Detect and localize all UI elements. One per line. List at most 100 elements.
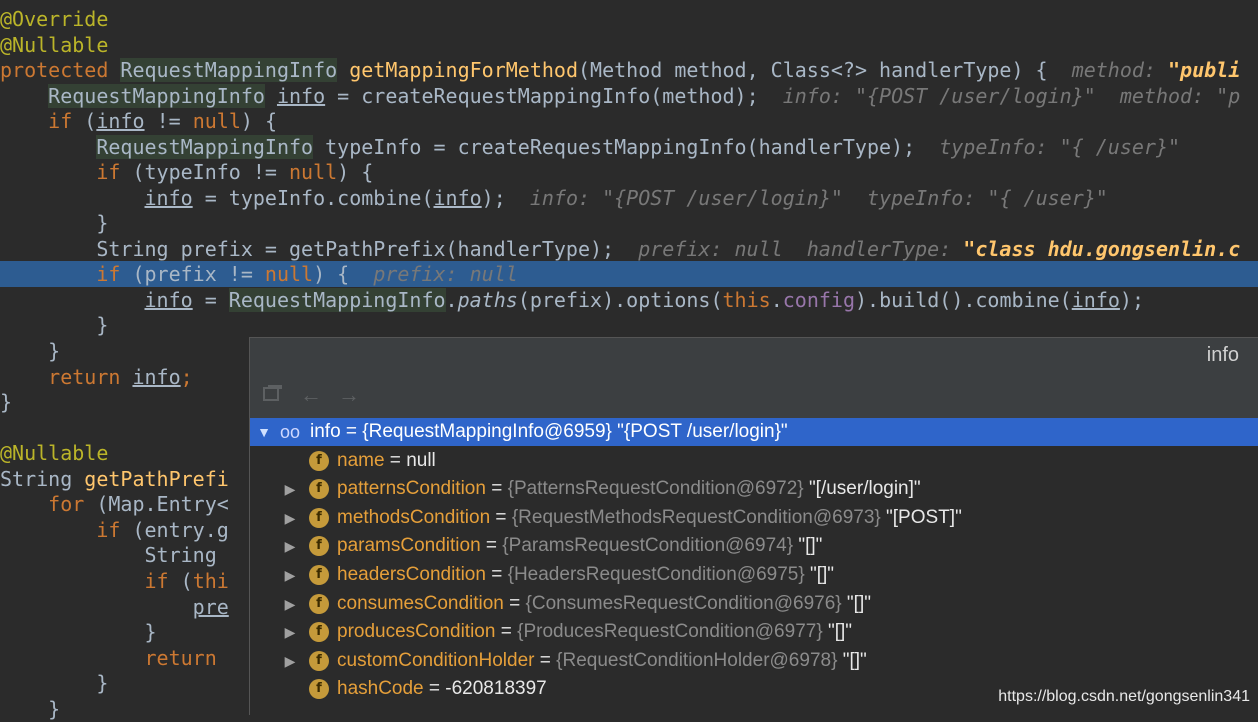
- expand-arrow-icon[interactable]: ▶: [283, 475, 297, 503]
- equals-sign: =: [485, 478, 508, 499]
- object-reference: {ParamsRequestCondition@6974}: [502, 535, 794, 556]
- tree-row-field[interactable]: ▶ f methodsCondition = {RequestMethodsRequ…: [250, 504, 1258, 532]
- field-icon: f: [309, 679, 329, 699]
- type-name: RequestMappingInfo: [228, 288, 446, 312]
- field-name: producesCondition: [337, 621, 496, 642]
- inlay-hint: prefix: null: [373, 262, 518, 286]
- expand-arrow-icon[interactable]: ▶: [283, 618, 297, 646]
- code-text: .: [770, 288, 783, 312]
- watch-variable-icon: oo: [280, 422, 301, 442]
- keyword: protected: [0, 58, 121, 82]
- code-line-8: info = typeInfo.combine(info); info: "{P…: [0, 185, 1258, 211]
- field-icon: f: [309, 565, 329, 585]
- code-text: =: [192, 288, 229, 312]
- inlay-hint-value: "publi: [1168, 58, 1241, 82]
- object-reference: {HeadersRequestCondition@6975}: [507, 564, 805, 585]
- code-text: );: [481, 186, 530, 210]
- code-line-13: }: [0, 312, 1258, 338]
- expand-arrow-icon[interactable]: ▶: [283, 590, 297, 618]
- variable-name: info: [310, 421, 341, 442]
- collapse-arrow-icon[interactable]: ▼: [257, 418, 271, 446]
- tree-row-field[interactable]: ▶ f headersCondition = {HeadersRequestCond…: [250, 561, 1258, 589]
- code-text: .: [445, 288, 458, 312]
- variable-info[interactable]: info: [145, 186, 193, 210]
- keyword: for: [48, 492, 85, 516]
- tree-row-field[interactable]: ▶ f producesCondition = {ProducesRequestCo…: [250, 618, 1258, 646]
- equals-sign: =: [340, 421, 363, 442]
- field-value: null: [406, 450, 436, 471]
- equals-sign: =: [485, 564, 508, 585]
- field: config: [782, 288, 855, 312]
- code-line-11-current[interactable]: if (prefix != null) { prefix: null: [0, 261, 1258, 287]
- frames-icon[interactable]: [262, 382, 284, 410]
- code-text: (: [72, 109, 97, 133]
- equals-sign: =: [423, 678, 446, 699]
- code-line-2: @Nullable: [0, 32, 1258, 58]
- keyword: if: [96, 262, 121, 286]
- variable-prefix[interactable]: pre: [193, 595, 229, 619]
- field-name: patternsCondition: [337, 478, 486, 499]
- object-reference: {ConsumesRequestCondition@6976}: [525, 593, 842, 614]
- tree-row-info[interactable]: ▼ oo info = {RequestMappingInfo@6959} "{…: [250, 418, 1258, 446]
- field-name: methodsCondition: [337, 507, 491, 528]
- code-line-10: String prefix = getPathPrefix(handlerTyp…: [0, 236, 1258, 262]
- object-reference: {ProducesRequestCondition@6977}: [517, 621, 823, 642]
- code-text: = createRequestMappingInfo(method);: [325, 84, 783, 108]
- forward-arrow-icon[interactable]: →: [338, 382, 360, 408]
- field-icon: f: [309, 622, 329, 642]
- expand-arrow-icon[interactable]: ▶: [283, 504, 297, 532]
- variable-info[interactable]: info: [1072, 288, 1120, 312]
- debugger-value-popup[interactable]: info ← → ▼ oo info = {RequestMappingInfo…: [249, 337, 1258, 715]
- object-reference: {RequestMethodsRequestCondition@6973}: [511, 507, 881, 528]
- method-name: getPathPrefi: [84, 467, 229, 491]
- variable-info[interactable]: info: [434, 186, 482, 210]
- field-value: "[]": [798, 535, 823, 556]
- code-text: ) {: [313, 262, 374, 286]
- field-value: "[]": [846, 593, 871, 614]
- popup-title-bar[interactable]: info: [250, 338, 1258, 372]
- equals-sign: =: [534, 650, 557, 671]
- field-name: customConditionHolder: [337, 650, 535, 671]
- expand-arrow-icon[interactable]: ▶: [283, 532, 297, 560]
- code-text: !=: [144, 109, 193, 133]
- annotation-nullable: @Nullable: [0, 441, 109, 465]
- variable-info[interactable]: info: [145, 288, 193, 312]
- expand-arrow-icon[interactable]: ▶: [283, 647, 297, 675]
- type-name: RequestMappingInfo: [48, 84, 265, 108]
- tree-row-field[interactable]: ▶ f patternsCondition = {PatternsRequestCo…: [250, 475, 1258, 503]
- code-line-5: if (info != null) {: [0, 108, 1258, 134]
- expand-arrow-icon[interactable]: ▶: [283, 561, 297, 589]
- tree-row-field[interactable]: f name = null: [250, 447, 1258, 475]
- variable-info[interactable]: info: [96, 109, 144, 133]
- field-name: hashCode: [337, 678, 424, 699]
- tree-row-field[interactable]: ▶ f customConditionHolder = {RequestCondit…: [250, 647, 1258, 675]
- code-text: ) {: [337, 160, 374, 184]
- code-text: (prefix).options(: [517, 288, 723, 312]
- tree-row-field[interactable]: ▶ f consumesCondition = {ConsumesRequestCo…: [250, 590, 1258, 618]
- watermark: https://blog.csdn.net/gongsenlin341: [998, 688, 1250, 705]
- field-icon: f: [309, 536, 329, 556]
- equals-sign: =: [495, 621, 518, 642]
- code-text: }: [0, 313, 109, 337]
- inlay-hint: prefix: null handlerType:: [638, 237, 964, 261]
- variable-info[interactable]: info: [277, 84, 325, 108]
- variables-tree[interactable]: ▼ oo info = {RequestMappingInfo@6959} "{…: [250, 418, 1258, 715]
- field-value: "[]": [842, 650, 867, 671]
- code-line-3: protected RequestMappingInfo getMappingF…: [0, 57, 1258, 83]
- variable-info[interactable]: info: [132, 365, 180, 389]
- code-text: ).build().combine(: [854, 288, 1072, 312]
- tree-row-field[interactable]: ▶ f paramsCondition = {ParamsRequestCondit…: [250, 532, 1258, 560]
- field-value: "[]": [827, 621, 852, 642]
- back-arrow-icon[interactable]: ←: [300, 382, 322, 408]
- code-line-9: }: [0, 210, 1258, 236]
- code-text: }: [0, 697, 61, 721]
- inlay-hint: info: "{POST /user/login}" method: "p: [782, 84, 1241, 108]
